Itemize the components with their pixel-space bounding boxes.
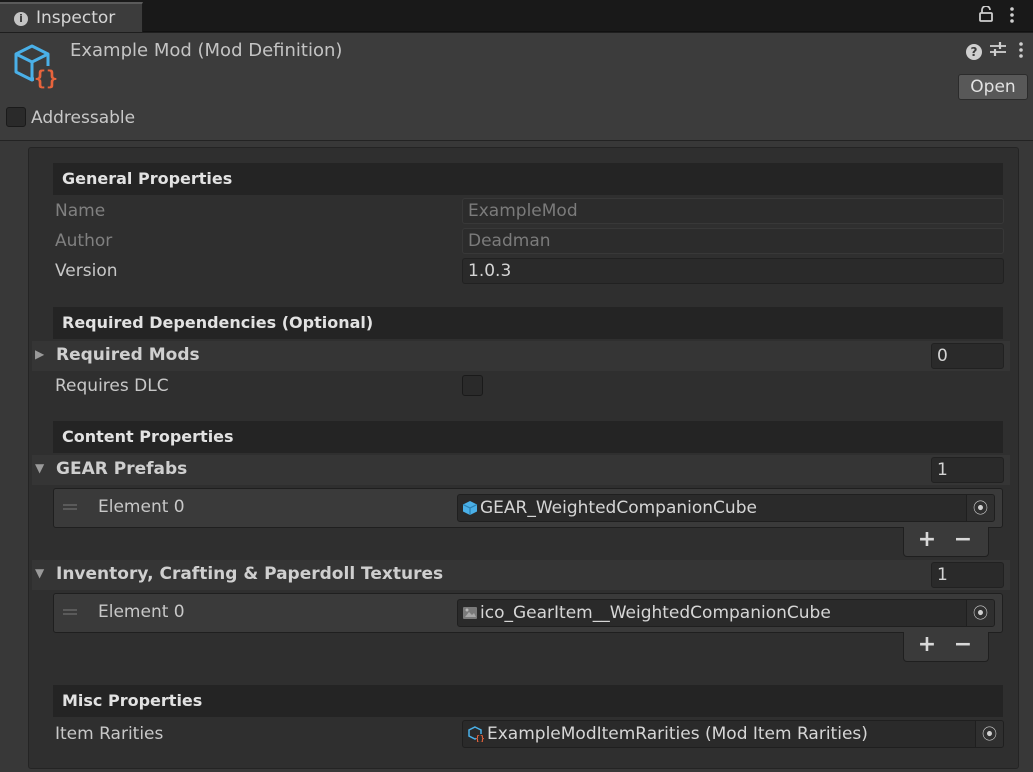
object-picker-icon[interactable]: ⦿ xyxy=(975,721,1003,747)
object-field-value: ico_GearItem__WeightedCompanionCube xyxy=(480,603,831,623)
version-field[interactable]: 1.0.3 xyxy=(462,258,1004,284)
name-label: Name xyxy=(55,201,106,221)
section-title: Required Dependencies (Optional) xyxy=(62,313,374,332)
more-icon[interactable] xyxy=(1015,41,1027,59)
section-title: Content Properties xyxy=(62,427,234,446)
list-item: Element 0 GEAR_WeightedCompanionCube ⦿ xyxy=(53,488,1003,528)
object-field-value: GEAR_WeightedCompanionCube xyxy=(480,498,757,518)
author-label: Author xyxy=(55,231,113,251)
lock-icon[interactable] xyxy=(976,5,996,26)
required-mods-label: Required Mods xyxy=(56,345,200,365)
texture-icon xyxy=(462,605,478,621)
svg-text:{}: {} xyxy=(34,66,58,90)
textures-label: Inventory, Crafting & Paperdoll Textures xyxy=(56,564,444,584)
name-field: ExampleMod xyxy=(462,198,1004,224)
gear-prefabs-foldout[interactable]: ▼ GEAR Prefabs xyxy=(32,455,1010,485)
remove-element-button[interactable]: − xyxy=(948,527,978,553)
gear-list-footer: + − xyxy=(903,527,989,557)
remove-element-button[interactable]: − xyxy=(948,632,978,658)
addressable-checkbox[interactable] xyxy=(6,107,26,127)
list-item: Element 0 ico_GearItem__WeightedCompanio… xyxy=(53,593,1003,633)
required-mods-count[interactable]: 0 xyxy=(931,343,1004,369)
element-label: Element 0 xyxy=(98,602,185,622)
object-field-value: ExampleModItemRarities (Mod Item Raritie… xyxy=(487,724,868,744)
addressable-label: Addressable xyxy=(31,108,136,128)
chevron-down-icon: ▼ xyxy=(35,461,45,475)
mod-definition-icon: {} xyxy=(12,42,60,90)
section-dependencies: Required Dependencies (Optional) xyxy=(53,307,1003,339)
item-rarities-label: Item Rarities xyxy=(55,724,164,744)
open-button[interactable]: Open xyxy=(958,74,1028,100)
requires-dlc-label: Requires DLC xyxy=(55,376,169,396)
help-icon[interactable]: ? xyxy=(965,41,983,60)
presets-icon[interactable] xyxy=(988,41,1008,59)
texture-object-field[interactable]: ico_GearItem__WeightedCompanionCube ⦿ xyxy=(457,599,995,627)
tab-bar xyxy=(0,0,1033,32)
info-icon: i xyxy=(14,12,28,26)
author-field: Deadman xyxy=(462,228,1004,254)
element-label: Element 0 xyxy=(98,497,185,517)
section-general: General Properties xyxy=(53,163,1003,195)
add-element-button[interactable]: + xyxy=(912,527,942,553)
gear-object-field[interactable]: GEAR_WeightedCompanionCube ⦿ xyxy=(457,494,995,522)
object-picker-icon[interactable]: ⦿ xyxy=(966,495,994,521)
section-title: General Properties xyxy=(62,169,233,188)
add-element-button[interactable]: + xyxy=(912,632,942,658)
tab-inspector[interactable]: i Inspector xyxy=(0,2,143,32)
prefab-icon xyxy=(462,500,478,516)
svg-text:{}: {} xyxy=(475,734,484,742)
gear-prefabs-label: GEAR Prefabs xyxy=(56,459,188,479)
drag-handle-icon[interactable] xyxy=(63,609,77,615)
section-misc: Misc Properties xyxy=(53,685,1003,717)
section-title: Misc Properties xyxy=(62,691,203,710)
required-mods-foldout[interactable]: ▶ Required Mods xyxy=(32,341,1010,371)
version-label: Version xyxy=(55,261,118,281)
inspector-header: {} Example Mod (Mod Definition) ? Open A… xyxy=(0,33,1033,141)
textures-list-footer: + − xyxy=(903,632,989,662)
item-rarities-object-field[interactable]: {} ExampleModItemRarities (Mod Item Rari… xyxy=(462,720,1004,748)
drag-handle-icon[interactable] xyxy=(63,504,77,510)
gear-prefabs-count[interactable]: 1 xyxy=(931,457,1004,483)
textures-count[interactable]: 1 xyxy=(931,562,1004,588)
chevron-right-icon: ▶ xyxy=(35,347,45,361)
more-icon[interactable] xyxy=(1004,6,1020,26)
object-picker-icon[interactable]: ⦿ xyxy=(966,600,994,626)
chevron-down-icon: ▼ xyxy=(35,566,45,580)
section-content: Content Properties xyxy=(53,421,1003,453)
requires-dlc-checkbox[interactable] xyxy=(462,375,483,396)
textures-foldout[interactable]: ▼ Inventory, Crafting & Paperdoll Textur… xyxy=(32,560,1010,590)
tab-label: Inspector xyxy=(36,8,116,28)
asset-title: Example Mod (Mod Definition) xyxy=(70,40,343,61)
scriptable-object-icon: {} xyxy=(468,726,485,743)
